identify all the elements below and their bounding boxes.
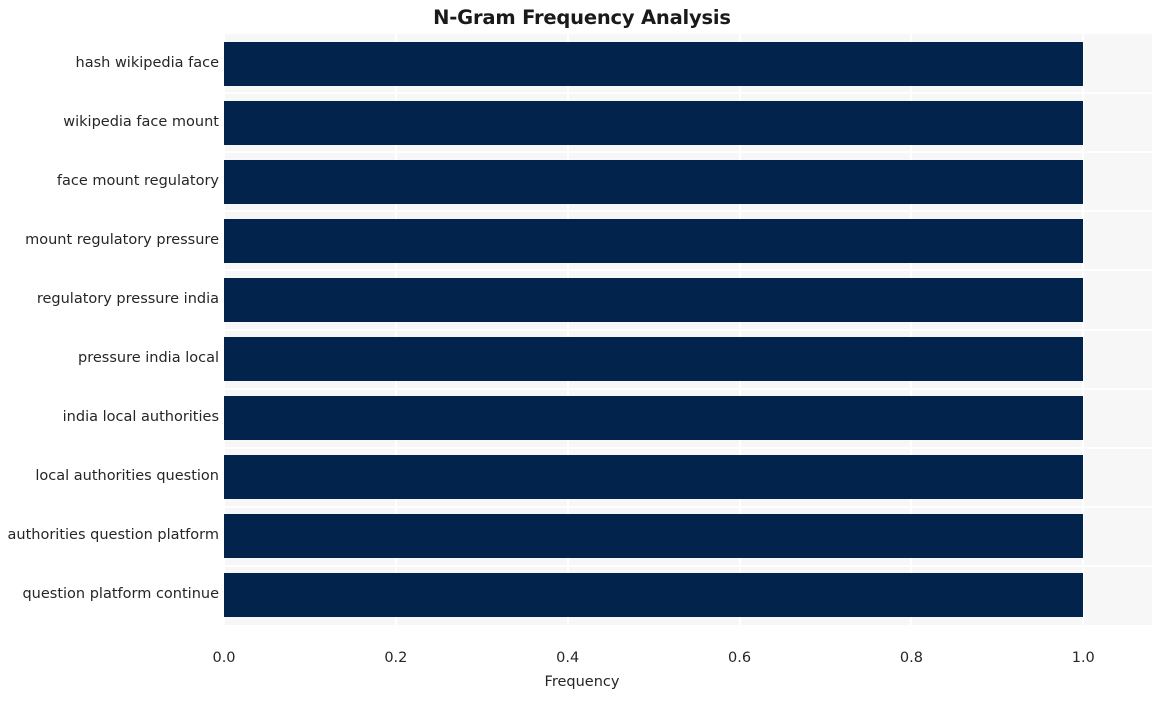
y-axis-tick-label: wikipedia face mount bbox=[63, 113, 219, 130]
x-axis-tick-label: 0.0 bbox=[212, 650, 236, 666]
gridline-horizontal bbox=[224, 506, 1152, 508]
bar[interactable] bbox=[224, 396, 1084, 441]
chart-figure: N-Gram Frequency Analysis hash wikipedia… bbox=[0, 0, 1164, 701]
gridline-horizontal bbox=[224, 210, 1152, 212]
gridline-horizontal bbox=[224, 388, 1152, 390]
bar[interactable] bbox=[224, 41, 1084, 86]
x-axis-tick-label: 0.8 bbox=[899, 650, 923, 666]
gridline-horizontal bbox=[224, 447, 1152, 449]
bar[interactable] bbox=[224, 218, 1084, 263]
y-axis-tick-label: authorities question platform bbox=[7, 527, 219, 544]
bar[interactable] bbox=[224, 159, 1084, 204]
x-axis-tick-label: 0.6 bbox=[728, 650, 752, 666]
gridline-horizontal bbox=[224, 269, 1152, 271]
bar[interactable] bbox=[224, 100, 1084, 145]
bar[interactable] bbox=[224, 573, 1084, 618]
y-axis-tick-label: local authorities question bbox=[35, 468, 219, 485]
y-axis-tick-label: question platform continue bbox=[22, 586, 219, 603]
y-axis-tick-label: india local authorities bbox=[62, 409, 219, 426]
y-axis-tick-label: hash wikipedia face bbox=[75, 54, 219, 71]
x-axis-tick-label: 0.2 bbox=[384, 650, 408, 666]
gridline-horizontal bbox=[224, 329, 1152, 331]
chart-title: N-Gram Frequency Analysis bbox=[433, 6, 731, 29]
y-axis-tick-label: mount regulatory pressure bbox=[25, 231, 219, 248]
gridline-horizontal bbox=[224, 151, 1152, 153]
y-axis-tick-label: face mount regulatory bbox=[56, 172, 219, 189]
bar[interactable] bbox=[224, 455, 1084, 500]
y-axis-tick-label: pressure india local bbox=[78, 350, 219, 367]
plot-area bbox=[224, 34, 1152, 625]
bar[interactable] bbox=[224, 277, 1084, 322]
x-axis-tick-label: 1.0 bbox=[1071, 650, 1095, 666]
gridline-horizontal bbox=[224, 565, 1152, 567]
gridline-horizontal bbox=[224, 92, 1152, 94]
x-axis-tick-label: 0.4 bbox=[556, 650, 580, 666]
bar[interactable] bbox=[224, 514, 1084, 559]
x-axis-label: Frequency bbox=[544, 674, 620, 690]
bar[interactable] bbox=[224, 337, 1084, 382]
y-axis-tick-label: regulatory pressure india bbox=[36, 290, 219, 307]
